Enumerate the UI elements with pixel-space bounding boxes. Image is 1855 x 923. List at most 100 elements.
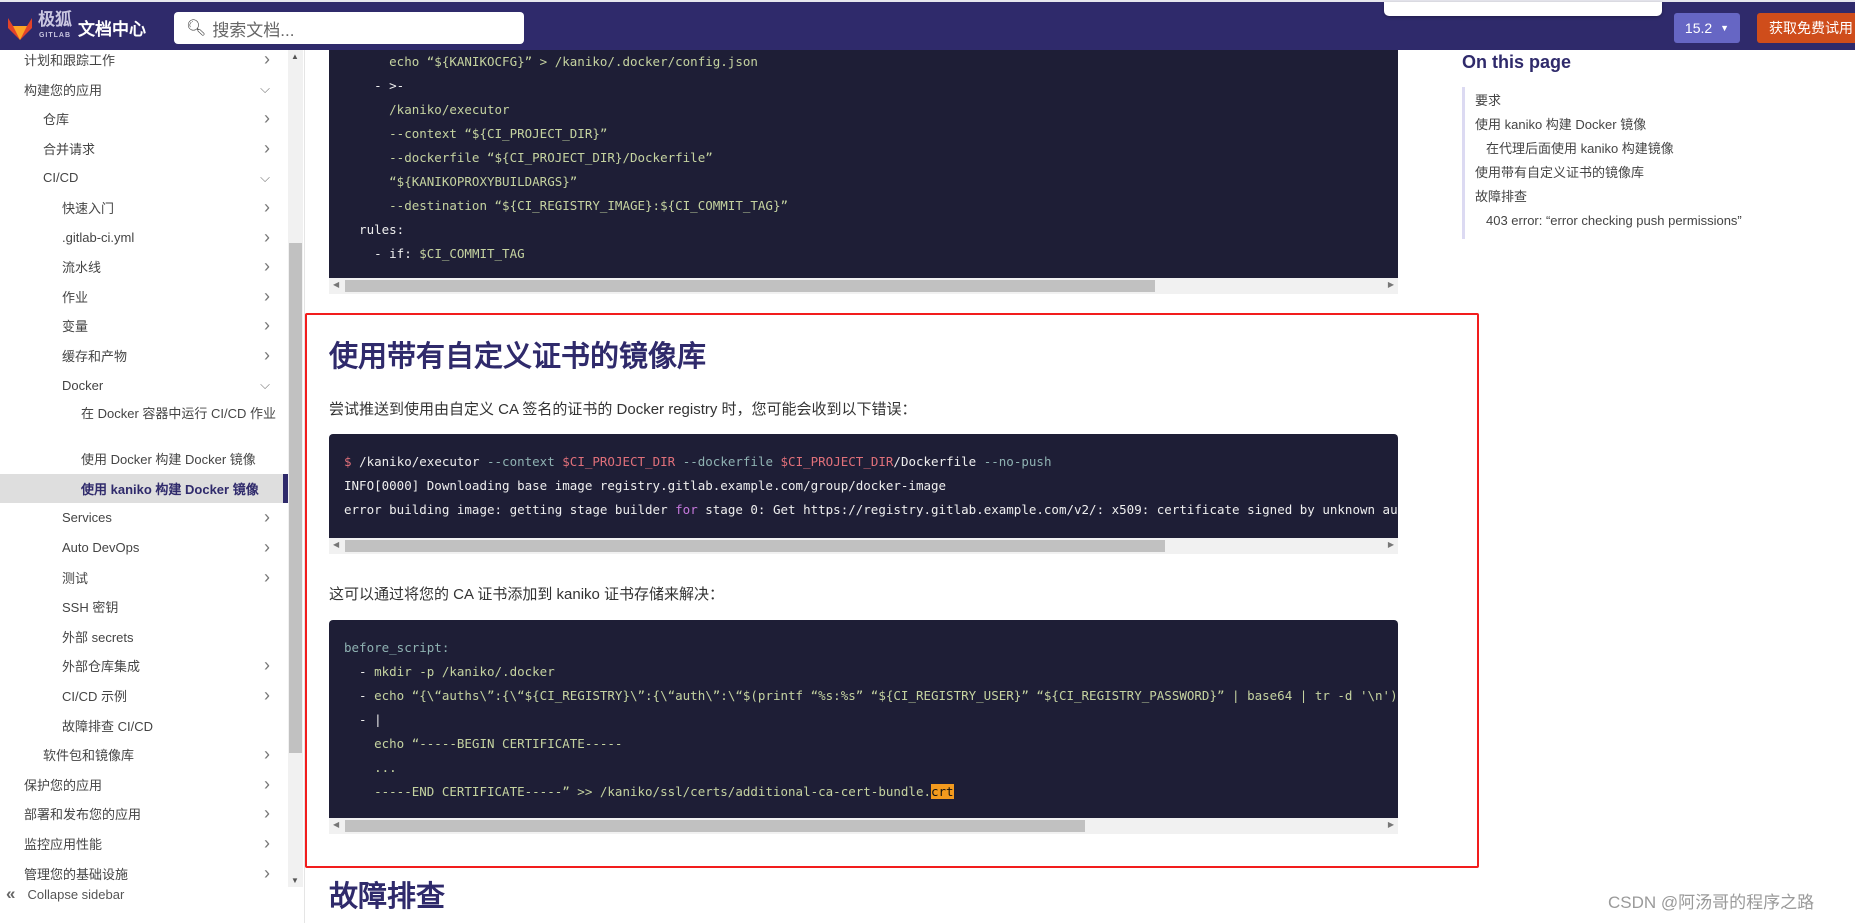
sidebar-item[interactable]: 使用 kaniko 构建 Docker 镜像: [0, 473, 288, 503]
chevron-down-icon[interactable]: ⌵: [260, 170, 270, 186]
search-placeholder: 搜索文档...: [212, 20, 295, 40]
code-scrollbar[interactable]: ◀ ▶: [329, 278, 1398, 294]
version-selector[interactable]: 15.2 ▼: [1674, 13, 1740, 43]
sidebar-item-label: 流水线: [62, 260, 102, 276]
caret-down-icon: ▼: [1720, 23, 1730, 33]
chevron-right-icon[interactable]: ›: [264, 774, 270, 795]
sidebar-item[interactable]: 管理您的基础设施 ›: [0, 859, 288, 887]
sidebar-scrollbar[interactable]: ▲ ▼: [288, 50, 303, 887]
gitlab-logo[interactable]: 极狐 GITLAB: [6, 10, 72, 44]
toc-link[interactable]: 故障排查: [1475, 187, 1742, 211]
toc-link[interactable]: 使用 kaniko 构建 Docker 镜像: [1475, 115, 1742, 139]
code-token: “${KANIKOPROXYBUILDARGS}”: [344, 174, 578, 189]
sidebar-item[interactable]: 监控应用性能 ›: [0, 829, 288, 858]
sidebar-item[interactable]: 合并请求 ›: [0, 134, 288, 163]
chevron-right-icon[interactable]: ›: [264, 863, 270, 884]
code-line: /kaniko/executor: [329, 98, 1398, 122]
chevron-down-icon[interactable]: ⌵: [260, 377, 270, 393]
scrollbar-thumb[interactable]: [345, 280, 1155, 292]
chevron-right-icon[interactable]: ›: [264, 833, 270, 854]
code-token: --destination “${CI_REGISTRY_IMAGE}:${CI…: [344, 198, 789, 213]
sidebar-item[interactable]: 计划和跟踪工作 ›: [0, 50, 288, 74]
chevron-right-icon[interactable]: ›: [264, 744, 270, 765]
sidebar-item-label: Auto DevOps: [62, 540, 140, 555]
chevron-right-icon[interactable]: ›: [264, 108, 270, 129]
chevron-right-icon[interactable]: ›: [264, 227, 270, 248]
sidebar-item-label: 保护您的应用: [24, 777, 103, 793]
docs-center-link[interactable]: 文档中心: [78, 15, 146, 40]
scroll-up-icon[interactable]: ▲: [291, 52, 299, 61]
sidebar-item[interactable]: CI/CD 示例 ›: [0, 681, 288, 710]
sidebar-item-label: 使用 Docker 构建 Docker 镜像: [81, 452, 256, 468]
sidebar-item-label: Docker: [62, 377, 104, 393]
toc-link[interactable]: 在代理后面使用 kaniko 构建镜像: [1475, 139, 1742, 163]
code-token: --dockerfile “${CI_PROJECT_DIR}/Dockerfi…: [344, 150, 713, 165]
sidebar-item[interactable]: SSH 密钥: [0, 592, 288, 621]
code-line: --context “${CI_PROJECT_DIR}”: [329, 122, 1398, 146]
chevron-right-icon[interactable]: ›: [264, 197, 270, 218]
code-token: - if:: [344, 246, 420, 261]
sidebar-item[interactable]: 流水线 ›: [0, 252, 288, 281]
sidebar-item-label: 仓库: [43, 112, 70, 128]
toc-link[interactable]: 要求: [1475, 91, 1742, 115]
code-token: --context “${CI_PROJECT_DIR}”: [344, 126, 608, 141]
chevron-right-icon[interactable]: ›: [264, 50, 270, 70]
sidebar-item[interactable]: Docker ⌵: [0, 371, 288, 400]
chevron-right-icon[interactable]: ›: [264, 803, 270, 824]
scroll-down-icon[interactable]: ▼: [291, 876, 299, 885]
scrollbar-thumb[interactable]: [289, 243, 302, 753]
chevron-right-icon[interactable]: ›: [264, 138, 270, 159]
chevron-right-icon[interactable]: ›: [264, 507, 270, 528]
sidebar-item[interactable]: 缓存和产物 ›: [0, 341, 288, 370]
sidebar-item[interactable]: 故障排查 CI/CD: [0, 711, 288, 740]
sidebar-item[interactable]: 在 Docker 容器中运行 CI/CD 作业: [0, 400, 288, 442]
search-input[interactable]: 🔍︎ 搜索文档...: [174, 12, 524, 44]
toc-link[interactable]: 403 error: “error checking push permissi…: [1475, 211, 1742, 235]
code-token: echo “${KANIKOCFG}” > /kaniko/.docker/co…: [344, 54, 758, 69]
sidebar-item[interactable]: 测试 ›: [0, 563, 288, 592]
toc-link[interactable]: 使用带有自定义证书的镜像库: [1475, 163, 1742, 187]
code-token: /kaniko/executor: [344, 102, 510, 117]
chevron-right-icon[interactable]: ›: [264, 537, 270, 558]
sidebar-item[interactable]: Auto DevOps ›: [0, 533, 288, 562]
sidebar-item-label: 监控应用性能: [24, 837, 103, 852]
chevron-right-icon[interactable]: ›: [264, 315, 270, 336]
sidebar-item-label: 外部仓库集成: [62, 659, 141, 675]
search-icon: 🔍︎: [186, 20, 207, 37]
toc-list: 要求 使用 kaniko 构建 Docker 镜像 在代理后面使用 kaniko 构…: [1462, 87, 1742, 239]
sidebar-item[interactable]: 部署和发布您的应用 ›: [0, 799, 288, 828]
sidebar-item[interactable]: 保护您的应用 ›: [0, 770, 288, 799]
sidebar-item[interactable]: 外部 secrets: [0, 622, 288, 651]
chevron-right-icon[interactable]: ›: [264, 655, 270, 676]
sidebar-item[interactable]: 使用 Docker 构建 Docker 镜像: [0, 444, 288, 473]
on-this-page-toc: On this page 要求 使用 kaniko 构建 Docker 镜像 在代理…: [1462, 52, 1742, 239]
sidebar-item[interactable]: 变量 ›: [0, 311, 288, 340]
sidebar-item[interactable]: 作业 ›: [0, 282, 288, 311]
code-line: “${KANIKOPROXYBUILDARGS}”: [329, 170, 1398, 194]
logo-text: 极狐: [38, 10, 72, 29]
sidebar-item-label: 管理您的基础设施: [24, 866, 129, 882]
code-token: $CI_COMMIT_TAG: [419, 246, 525, 261]
free-trial-button[interactable]: 获取免费试用: [1757, 13, 1855, 43]
sidebar-item[interactable]: Services ›: [0, 503, 288, 532]
chevron-right-icon[interactable]: ›: [264, 256, 270, 277]
sidebar-item-label: 测试: [62, 570, 89, 586]
sidebar-item[interactable]: 仓库 ›: [0, 104, 288, 133]
sidebar-item[interactable]: 构建您的应用 ⌵: [0, 75, 288, 104]
sidebar-item[interactable]: CI/CD ⌵: [0, 163, 288, 192]
collapse-sidebar-button[interactable]: « Collapse sidebar: [6, 884, 124, 904]
sidebar-item-label: CI/CD 示例: [62, 689, 128, 704]
chevron-right-icon[interactable]: ›: [264, 685, 270, 706]
chevron-right-icon[interactable]: ›: [264, 567, 270, 588]
sidebar-item[interactable]: 软件包和镜像库 ›: [0, 740, 288, 769]
sidebar-item[interactable]: .gitlab-ci.yml ›: [0, 223, 288, 252]
chevron-right-icon[interactable]: ›: [264, 286, 270, 307]
collapse-label: Collapse sidebar: [27, 886, 125, 902]
chevron-down-icon[interactable]: ⌵: [260, 81, 270, 97]
chevron-right-icon[interactable]: ›: [264, 345, 270, 366]
sidebar-item-label: 使用 kaniko 构建 Docker 镜像: [81, 481, 259, 497]
sidebar-item-label: 计划和跟踪工作: [24, 53, 116, 68]
sidebar-item[interactable]: 快速入门 ›: [0, 193, 288, 222]
sidebar-item[interactable]: 外部仓库集成 ›: [0, 651, 288, 680]
version-label: 15.2: [1684, 20, 1713, 36]
